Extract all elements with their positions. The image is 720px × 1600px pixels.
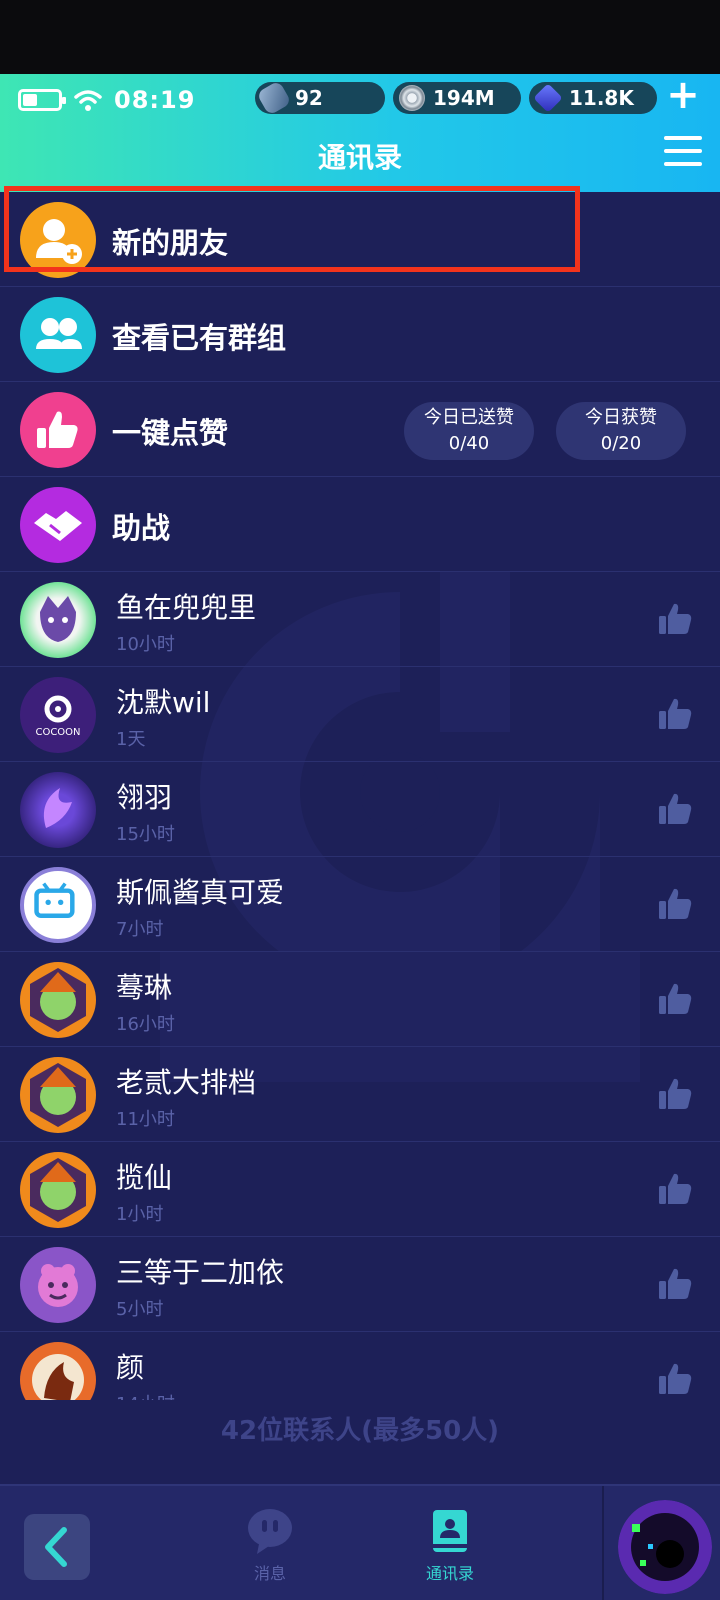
contact-last-seen: 15小时	[116, 824, 175, 845]
like-button-icon[interactable]	[656, 1265, 694, 1303]
menu-label: 查看已有群组	[112, 321, 287, 355]
likes-sent-label: 今日已送赞	[424, 407, 514, 428]
contact-count: 42位联系人(最多50人)	[220, 1416, 500, 1446]
contact-name: 老贰大排档	[116, 1066, 257, 1099]
contact-row[interactable]: 老贰大排档 11小时	[0, 1047, 720, 1142]
top-black-bar	[0, 0, 720, 74]
contacts-panel: 新的朋友 查看已有群组 一键点赞 今日已送赞 0/40 今日获赞 0/20 助战…	[0, 192, 720, 1484]
tab-label: 通讯录	[425, 1564, 474, 1583]
contact-row[interactable]: 蓦琳 16小时	[0, 952, 720, 1047]
contact-avatar	[20, 1057, 96, 1133]
contact-name: 斯佩酱真可爱	[116, 876, 285, 909]
add-currency-button[interactable]: +	[666, 75, 700, 115]
currency-value: 92	[295, 86, 323, 110]
contact-row[interactable]: 颜 14小时	[0, 1332, 720, 1400]
contact-avatar	[20, 772, 96, 848]
chat-bubble-icon	[248, 1509, 292, 1554]
like-button-icon[interactable]	[656, 600, 694, 638]
thumbs-up-icon	[20, 392, 96, 468]
cocoon-logo-text: COCOON	[35, 727, 80, 738]
contact-name: 三等于二加依	[116, 1256, 285, 1289]
contact-avatar	[20, 582, 96, 658]
contact-last-seen: 11小时	[116, 1109, 175, 1130]
header: 08:19 92 194M 11.8K + 通讯录	[0, 74, 720, 192]
bottom-nav: 消息 通讯录	[0, 1484, 720, 1600]
tab-label: 消息	[253, 1564, 286, 1583]
contact-avatar	[20, 1152, 96, 1228]
contact-row[interactable]: 翎羽 15小时	[0, 762, 720, 857]
contacts-book-icon	[433, 1510, 467, 1552]
likes-received-value: 0/20	[600, 433, 642, 454]
currency-bullets[interactable]: 92	[255, 80, 385, 116]
likes-sent-value: 0/40	[448, 433, 490, 454]
assist-row[interactable]: 助战	[0, 477, 720, 572]
bullet-icon	[256, 80, 292, 116]
contact-last-seen: 10小时	[116, 634, 175, 655]
likes-sent-stat: 今日已送赞 0/40	[404, 402, 534, 460]
hamburger-menu-button[interactable]	[664, 136, 704, 170]
currency-value: 194M	[433, 86, 495, 110]
like-button-icon[interactable]	[656, 980, 694, 1018]
battery-icon	[18, 89, 66, 111]
contact-avatar	[20, 867, 96, 943]
status-time: 08:19	[114, 86, 196, 114]
likes-received-stat: 今日获赞 0/20	[556, 402, 686, 460]
contact-avatar: COCOON	[20, 677, 96, 753]
wifi-icon	[74, 90, 102, 111]
contact-row[interactable]: 三等于二加依 5小时	[0, 1237, 720, 1332]
contact-avatar	[20, 962, 96, 1038]
tab-contacts[interactable]: 通讯录	[400, 1506, 500, 1584]
contact-row[interactable]: 斯佩酱真可爱 7小时	[0, 857, 720, 952]
contact-last-seen: 5小时	[116, 1299, 164, 1320]
group-icon	[20, 297, 96, 373]
contact-name: 揽仙	[116, 1161, 173, 1194]
contact-name: 沈默wil	[116, 686, 211, 719]
status-bar: 08:19	[18, 86, 195, 114]
groups-row[interactable]: 查看已有群组	[0, 287, 720, 382]
like-button-icon[interactable]	[656, 790, 694, 828]
divider	[602, 1486, 604, 1600]
page-title: 通讯录	[317, 141, 402, 174]
cube-gem-icon	[533, 83, 563, 113]
currency-value: 11.8K	[569, 86, 634, 110]
one-click-like-row[interactable]: 一键点赞 今日已送赞 0/40 今日获赞 0/20	[0, 382, 720, 477]
handshake-icon	[20, 487, 96, 563]
contact-last-seen: 16小时	[116, 1014, 175, 1035]
contact-name: 鱼在兜兜里	[116, 591, 257, 624]
contact-avatar	[20, 1247, 96, 1323]
contact-name: 蓦琳	[116, 971, 173, 1004]
contact-last-seen: 1天	[116, 729, 146, 750]
menu-label: 一键点赞	[112, 416, 229, 450]
currency-gems[interactable]: 11.8K	[529, 82, 657, 114]
contact-last-seen: 7小时	[116, 919, 164, 940]
like-button-icon[interactable]	[656, 695, 694, 733]
player-avatar[interactable]	[618, 1500, 712, 1594]
contact-row[interactable]: COCOON 沈默wil 1天	[0, 667, 720, 762]
contact-last-seen: 1小时	[116, 1204, 164, 1225]
likes-received-label: 今日获赞	[585, 407, 657, 428]
contact-last-seen: 14小时	[116, 1390, 175, 1400]
contact-name: 颜	[116, 1351, 145, 1384]
contact-avatar	[20, 1342, 96, 1400]
back-button[interactable]	[24, 1514, 90, 1580]
like-button-icon[interactable]	[656, 1170, 694, 1208]
coin-icon	[399, 85, 425, 111]
tab-messages[interactable]: 消息	[220, 1506, 320, 1584]
like-button-icon[interactable]	[656, 885, 694, 923]
like-button-icon[interactable]	[656, 1075, 694, 1113]
like-button-icon[interactable]	[656, 1360, 694, 1398]
contact-name: 翎羽	[116, 781, 173, 814]
contact-row[interactable]: 鱼在兜兜里 10小时	[0, 572, 720, 667]
contact-row[interactable]: 揽仙 1小时	[0, 1142, 720, 1237]
menu-label: 助战	[112, 511, 171, 545]
currency-coins[interactable]: 194M	[393, 82, 521, 114]
highlight-box	[4, 186, 580, 272]
chevron-left-icon	[45, 1527, 67, 1567]
